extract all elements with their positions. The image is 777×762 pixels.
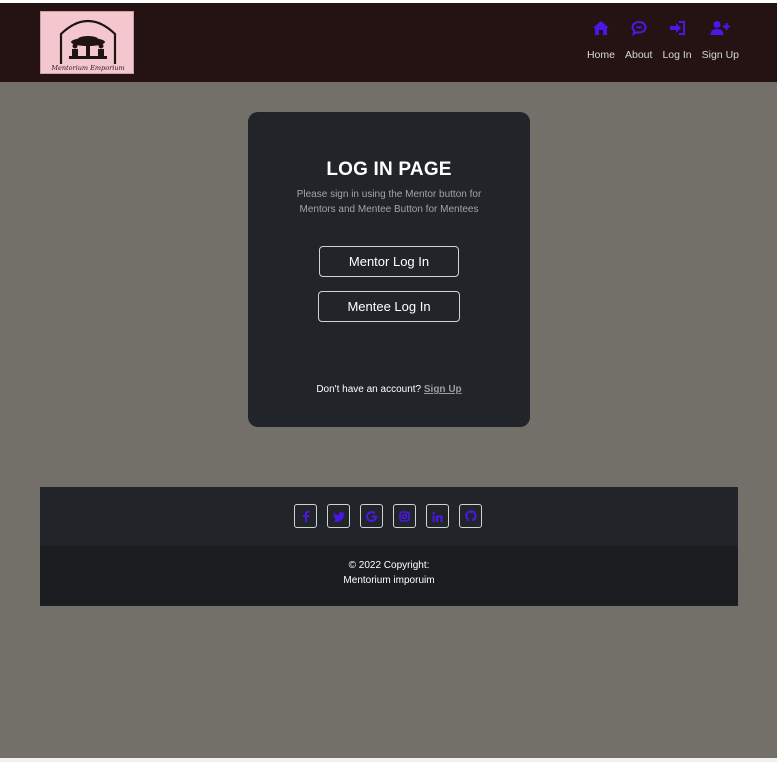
footer-copyright-bar: © 2022 Copyright: Mentorium imporuim [40,546,738,606]
social-links [294,504,492,528]
github-button[interactable] [459,504,482,528]
nav-item-about[interactable]: About [625,17,652,61]
copyright: © 2022 Copyright: Mentorium imporuim [40,558,738,588]
login-card: LOG IN PAGE Please sign in using the Men… [248,112,530,427]
nav-label-signup: Sign Up [701,49,739,61]
navbar: Mentorium Emporium Home About Log In Sig… [0,3,777,82]
nav-item-home[interactable]: Home [587,17,615,61]
nav-label-login: Log In [662,49,692,61]
footer-social-bar [40,487,738,546]
facebook-button[interactable] [294,504,317,528]
nav-label-about: About [624,49,653,61]
logo-text: Mentorium Emporium [51,64,125,72]
mentee-login-button[interactable]: Mentee Log In [318,291,460,322]
bottom-border [0,758,777,762]
twitter-icon [332,507,345,526]
user-plus-icon [709,17,731,39]
page-title: LOG IN PAGE [326,159,452,180]
copyright-line-1: © 2022 Copyright: [348,560,430,571]
google-icon [366,507,377,526]
nav-links: Home About Log In Sign Up [587,17,739,61]
copyright-line-2: Mentorium imporuim [343,575,435,586]
nav-label-home: Home [586,49,615,61]
instagram-icon [399,507,410,526]
signup-prompt-text: Don't have an account? [316,384,422,395]
twitter-button[interactable] [327,504,350,528]
footer: © 2022 Copyright: Mentorium imporuim [40,487,738,606]
linkedin-button[interactable] [426,504,449,528]
brand-logo[interactable]: Mentorium Emporium [40,11,134,74]
instagram-button[interactable] [393,504,416,528]
main-content: LOG IN PAGE Please sign in using the Men… [0,82,777,758]
login-instructions: Please sign in using the Mentor button f… [296,189,482,215]
signup-link[interactable]: Sign Up [424,384,462,395]
mentor-login-button[interactable]: Mentor Log In [319,246,459,277]
linkedin-icon [432,507,443,526]
nav-item-signup[interactable]: Sign Up [702,17,739,61]
nav-item-login[interactable]: Log In [662,17,692,61]
google-button[interactable] [360,504,383,528]
login-icon [666,17,688,39]
github-icon [464,507,477,526]
signup-prompt: Don't have an account? Sign Up [248,384,530,395]
home-icon [590,17,612,39]
chat-icon [628,17,650,39]
facebook-icon [302,507,310,526]
